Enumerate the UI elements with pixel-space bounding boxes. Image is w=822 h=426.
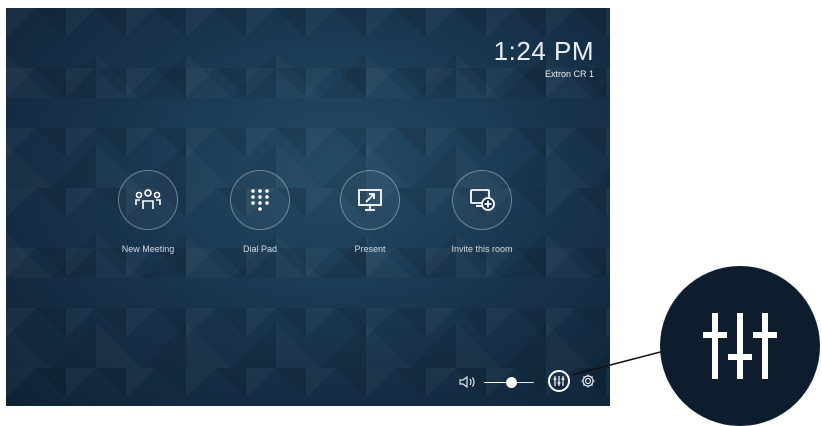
mixer-icon-enlarged: [703, 313, 777, 379]
mixer-zoom-callout: [660, 266, 820, 426]
